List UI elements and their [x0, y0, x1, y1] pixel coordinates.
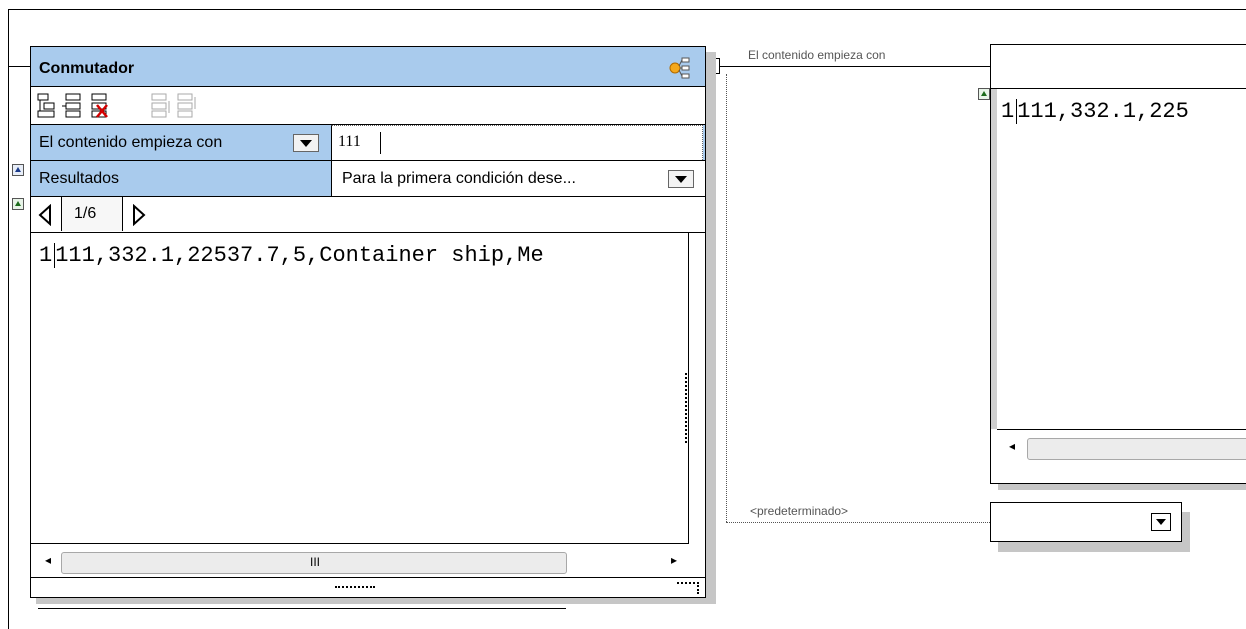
scroll-thumb-grip: III — [310, 555, 321, 569]
add-condition-icon[interactable] — [35, 91, 63, 119]
text-cursor — [380, 132, 381, 154]
pager-count-box: 1/6 — [61, 197, 123, 231]
switch-toolbar — [31, 87, 705, 125]
delete-condition-icon[interactable] — [87, 91, 115, 119]
switch-component[interactable]: Conmutador El contenido empieza con 111 … — [30, 46, 706, 598]
connection-default-label: <predeterminado> — [750, 504, 849, 518]
pager-row: 1/6 — [31, 197, 705, 233]
chevron-down-icon — [1156, 519, 1166, 525]
output-component[interactable]: 1 111,332.1,225 ◂ — [990, 44, 1246, 484]
output-line-text: 111,332.1,225 — [1016, 99, 1189, 124]
condition-value-input[interactable]: 111 — [331, 125, 703, 160]
results-row: Resultados Para la primera condición des… — [31, 161, 705, 197]
move-down-icon[interactable] — [173, 91, 201, 119]
results-dropdown-value: Para la primera condición dese... — [342, 170, 576, 187]
move-up-icon[interactable] — [147, 91, 175, 119]
connection-line — [720, 66, 990, 67]
condition-row: El contenido empieza con 111 — [31, 125, 705, 161]
condition-label: El contenido empieza con — [39, 134, 223, 151]
collapse-preview-button[interactable] — [12, 198, 24, 210]
pager-count: 1/6 — [74, 205, 97, 222]
connection-condition-label: El contenido empieza con — [748, 48, 886, 62]
switch-title-bar[interactable]: Conmutador — [31, 47, 705, 87]
resize-grip[interactable] — [685, 373, 688, 443]
condition-dropdown-button[interactable] — [293, 134, 319, 152]
connection-dotted-horizontal — [726, 522, 990, 523]
collapse-output-button[interactable] — [978, 88, 990, 100]
results-dropdown[interactable]: Para la primera condición dese... — [331, 161, 705, 196]
next-icon[interactable] — [131, 204, 147, 226]
bottom-resize-grip[interactable] — [335, 586, 375, 590]
input-connector — [8, 66, 30, 67]
previous-icon[interactable] — [37, 204, 53, 226]
output-horizontal-scrollbar[interactable]: ◂ — [997, 429, 1246, 463]
scroll-left-arrow[interactable]: ◂ — [45, 553, 51, 567]
insert-condition-icon[interactable] — [61, 91, 89, 119]
output-scroll-left-arrow[interactable]: ◂ — [1009, 439, 1015, 453]
connection-dotted-vertical — [726, 74, 727, 522]
preview-text-area[interactable]: 1 111,332.1,22537.7,5,Container ship,Me — [31, 233, 689, 543]
results-dropdown-button[interactable] — [668, 170, 694, 188]
default-dropdown-button[interactable] — [1151, 513, 1171, 531]
output-scroll-thumb[interactable] — [1027, 438, 1246, 460]
bottom-connector-line — [38, 608, 566, 609]
horizontal-scrollbar[interactable]: ◂ III ▸ — [31, 543, 689, 577]
scroll-right-arrow[interactable]: ▸ — [671, 553, 677, 567]
scroll-thumb[interactable]: III — [61, 552, 567, 574]
output-line: 1 111,332.1,225 — [1001, 99, 1189, 124]
output-line-number: 1 — [1001, 99, 1015, 124]
switch-title: Conmutador — [39, 60, 135, 77]
preview-line: 1 111,332.1,22537.7,5,Container ship,Me — [39, 243, 544, 268]
condition-value: 111 — [338, 133, 361, 150]
output-text-area[interactable]: 1 111,332.1,225 — [991, 89, 1246, 429]
output-title-bar[interactable] — [991, 45, 1246, 89]
collapse-results-button[interactable] — [12, 164, 24, 176]
corner-resize-grip[interactable] — [677, 582, 699, 594]
line-number: 1 — [39, 243, 53, 268]
line-text: 111,332.1,22537.7,5,Container ship,Me — [54, 243, 544, 268]
switch-bottom-edge — [31, 577, 705, 597]
results-label: Resultados — [39, 170, 120, 187]
switch-icon — [669, 57, 690, 79]
default-dropdown[interactable] — [990, 502, 1182, 542]
